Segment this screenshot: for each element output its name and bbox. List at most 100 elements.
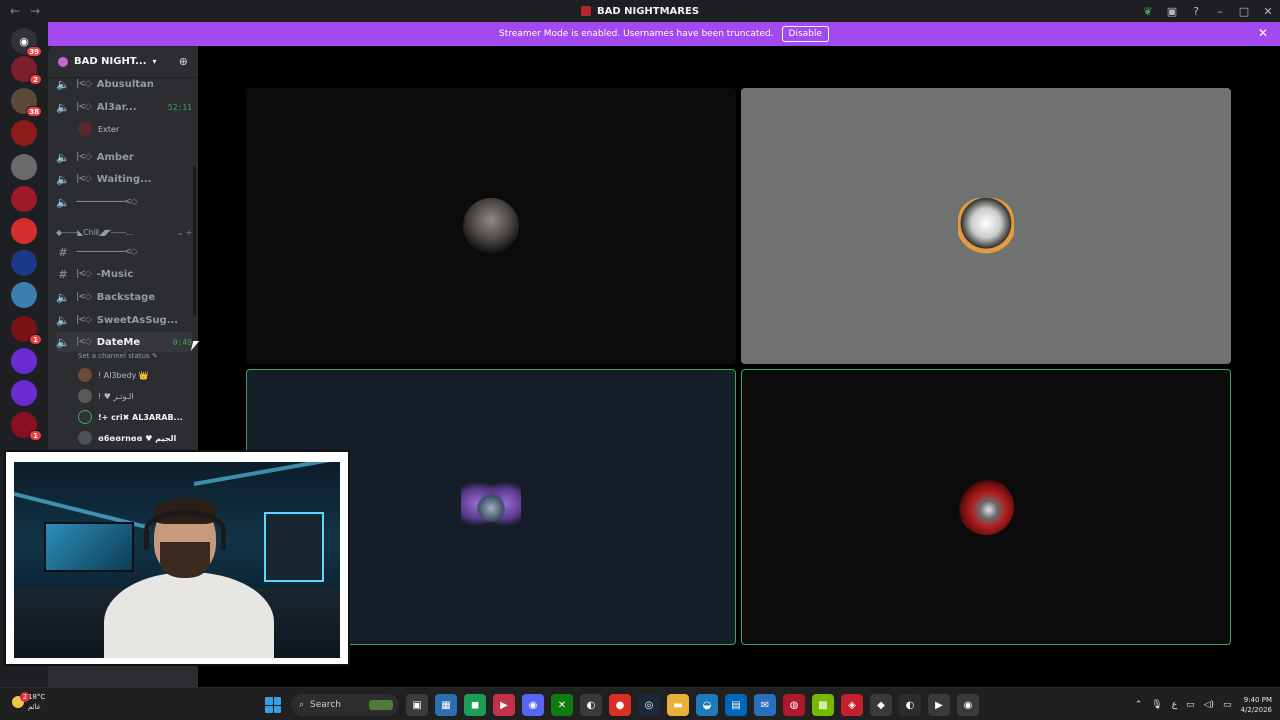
input-language[interactable]: ع [1172,700,1177,710]
xbox-icon[interactable]: ✕ [551,694,573,716]
taskbar-search[interactable]: ⌕ Search [291,694,399,716]
photos-icon[interactable]: ▦ [435,694,457,716]
maximize-button[interactable]: □ [1232,0,1256,22]
channel-prefix: |<◇ [76,269,92,279]
channel-amber[interactable]: 🔈 |<◇ Amber [56,147,192,167]
server-icon-6[interactable] [11,218,37,244]
disable-streamer-mode-button[interactable]: Disable [781,26,829,42]
obs-icon[interactable]: ◐ [580,694,602,716]
red-app-icon[interactable]: ▶ [493,694,515,716]
channel-al3ar[interactable]: 🔈 |<◇ Al3ar... 52:11 [56,97,192,117]
close-icon[interactable]: ✕ [1258,26,1268,40]
speaker-icon: 🔈 [56,290,70,304]
voice-member[interactable]: ɞ6ɞɞrnɞɞ ♥ ﺍﻟﺠﻴﻢ [78,429,192,447]
windows-taskbar: 2 18°C غائم ⌕ Search ▣ ▦ ◼ ▶ ◉ ✕ ◐ ● ◎ ▬ ◒ ▤ ✉ ◍ ▩ ◈ ◆ ◐ ▶… [0,687,1280,720]
channel-label: Abusultan [96,78,154,90]
android-app-icon[interactable]: ◼ [464,694,486,716]
channel-dateme[interactable]: 🔈 |<◇ DateMe 0:49 [56,332,192,352]
participant-tile-2[interactable] [741,88,1231,364]
voice-member[interactable]: ! Al3bedy 👑 [78,366,192,384]
weather-badge: 2 [20,692,30,702]
streamer-webcam-overlay [6,452,348,664]
time: 9:40 PM [1243,696,1272,704]
channel-prefix: |<◇ [76,79,92,89]
server-icon-3[interactable] [11,120,37,146]
sidebar-scrollbar[interactable] [193,166,196,316]
speaker-icon: 🔈 [56,195,70,209]
nitro-leaf-icon[interactable]: ❦ [1136,0,1160,22]
guild-name: BAD NIGHT... [74,56,147,67]
server-icon-5[interactable] [11,186,37,212]
microphone-icon[interactable]: 🎙 [1151,700,1162,710]
nvidia-icon[interactable]: ▩ [812,694,834,716]
back-arrow-icon[interactable]: ← [10,4,20,18]
server-icon-9[interactable]: 1 [11,316,42,345]
channel-sweetassug[interactable]: 🔈 |<◇ SweetAsSug... [56,310,192,330]
file-explorer-icon[interactable]: ▣ [406,694,428,716]
circle-app-icon[interactable]: ◆ [870,694,892,716]
inbox-icon[interactable]: ▣ [1160,0,1184,22]
voice-member-exter[interactable]: Exter [78,120,192,138]
server-icon-7[interactable] [11,250,37,276]
discord-icon[interactable]: ◉ [522,694,544,716]
server-icon-2[interactable]: 38 [11,88,42,117]
discord-window: ← → BAD NIGHTMARES ❦ ▣ ? – □ ✕ ◉ 39 2 38 1… [0,0,1280,720]
vpn-icon[interactable]: ◈ [841,694,863,716]
shell-app-icon[interactable]: ◉ [957,694,979,716]
channel-status-hint[interactable]: Set a channel status ✎ [78,352,158,360]
avatar [78,368,92,382]
server-icon-12[interactable]: 1 [11,412,42,441]
channel-divider-5[interactable]: # ——————<◇ [56,242,192,262]
participant-tile-4-speaking[interactable] [741,369,1231,645]
channel--music[interactable]: # |<◇ -Music [56,264,192,284]
server-icon-11[interactable] [11,380,37,406]
chevron-plus-icon[interactable]: ⌄ + [177,228,192,237]
speaker-icon: 🔈 [56,77,70,91]
battery-icon[interactable]: ▭ [1223,700,1232,710]
server-icon-8[interactable] [11,282,37,308]
voice-member[interactable]: ! ♥ الـوتـر [78,387,192,405]
green-app-icon[interactable]: ▶ [928,694,950,716]
channel-prefix: ——————<◇ [76,247,137,257]
server-icon-1[interactable]: 2 [11,56,42,85]
close-window-button[interactable]: ✕ [1256,0,1280,22]
invite-people-icon[interactable]: ⊕ [179,55,188,68]
mail-icon[interactable]: ✉ [754,694,776,716]
volume-icon[interactable]: ◁) [1204,700,1214,710]
direct-messages-button[interactable]: ◉ 39 [11,28,42,57]
red-circle-app-icon[interactable]: ◍ [783,694,805,716]
start-button[interactable] [262,694,284,716]
member-name: ɞ6ɞɞrnɞɞ ♥ ﺍﻟﺠﻴﻢ [98,433,177,443]
participant-tile-1[interactable] [246,88,736,364]
store-icon[interactable]: ▤ [725,694,747,716]
channel-waiting[interactable]: 🔈 |<◇ Waiting... [56,169,192,189]
date: 4/2/2026 [1240,706,1272,714]
channel-prefix: |<◇ [76,174,92,184]
github-icon[interactable]: ◐ [899,694,921,716]
channel-divider-4[interactable]: 🔈 ——————<◇ [56,192,192,212]
minimize-button[interactable]: – [1208,0,1232,22]
category-chill[interactable]: ◆——◣Chill◢◤——... ⌄ + [56,224,192,240]
network-icon[interactable]: ▭ [1186,700,1195,710]
voice-member[interactable]: !+ cri✖ AL3ARAB... [78,408,192,426]
forward-arrow-icon[interactable]: → [30,4,40,18]
server-badge: 38 [26,106,42,117]
channel-label: Backstage [96,291,156,303]
window-title-text: BAD NIGHTMARES [596,5,700,17]
server-icon-10[interactable] [11,348,37,374]
folder-icon[interactable]: ▬ [667,694,689,716]
chrome-icon[interactable]: ● [609,694,631,716]
speaker-icon: 🔈 [56,172,70,186]
server-icon-4[interactable] [11,154,37,180]
avatar [78,122,92,136]
channel-label: Amber [96,151,134,163]
search-highlight-icon [369,700,393,710]
chevron-up-icon[interactable]: ⌃ [1135,700,1143,710]
clock[interactable]: 9:40 PM 4/2/2026 [1241,695,1272,715]
help-icon[interactable]: ? [1184,0,1208,22]
steam-icon[interactable]: ◎ [638,694,660,716]
channel-abusultan[interactable]: 🔈 |<◇ Abusultan [56,74,192,94]
edge-icon[interactable]: ◒ [696,694,718,716]
channel-backstage[interactable]: 🔈 |<◇ Backstage [56,287,192,307]
weather-widget[interactable]: 2 18°C غائم [12,692,45,712]
